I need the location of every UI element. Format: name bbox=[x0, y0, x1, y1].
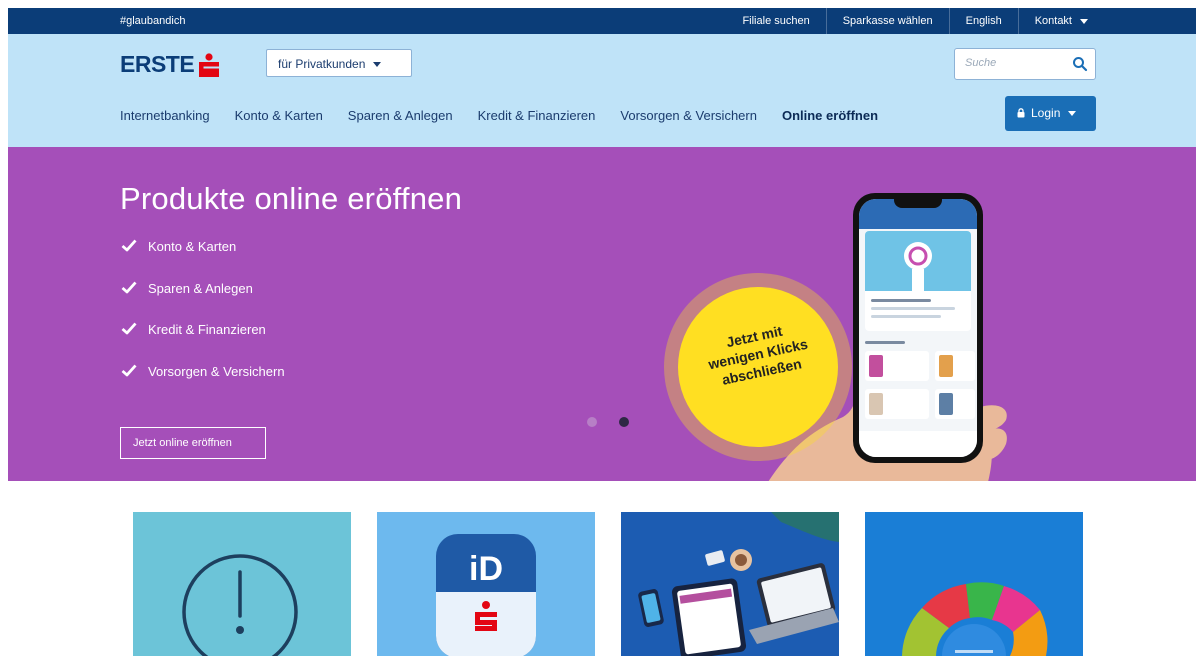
donut-chart-illustration bbox=[902, 582, 1048, 656]
search-icon[interactable] bbox=[1072, 56, 1088, 72]
screen-text-line bbox=[871, 315, 941, 318]
screen-card bbox=[865, 231, 971, 331]
checklist-item: Vorsorgen & Versichern bbox=[120, 364, 285, 406]
checklist-label: Kredit & Finanzieren bbox=[148, 322, 266, 337]
checklist-item: Konto & Karten bbox=[120, 239, 285, 281]
checkmark-icon bbox=[121, 239, 137, 252]
link-contact-dropdown[interactable]: Kontakt bbox=[1017, 8, 1104, 34]
checklist-label: Sparen & Anlegen bbox=[148, 280, 253, 296]
checklist-label: Vorsorgen & Versichern bbox=[148, 363, 285, 379]
hashtag-label: #glaubandich bbox=[120, 15, 186, 27]
teaser-card-id-app[interactable]: iD bbox=[377, 512, 595, 656]
checklist-label: Konto & Karten bbox=[148, 239, 237, 254]
nav-kredit-finanzieren[interactable]: Kredit & Finanzieren bbox=[478, 108, 596, 123]
top-links: Filiale suchen Sparkasse wählen English … bbox=[726, 8, 1104, 34]
login-button[interactable]: Login bbox=[1005, 96, 1096, 131]
teaser-card-product-chart[interactable] bbox=[865, 512, 1083, 656]
chevron-down-icon bbox=[1080, 18, 1088, 24]
tile-thumb bbox=[869, 393, 883, 415]
nav-konto-karten[interactable]: Konto & Karten bbox=[235, 108, 323, 123]
link-english[interactable]: English bbox=[948, 8, 1018, 34]
screen-text-line bbox=[871, 299, 931, 302]
search-box bbox=[954, 48, 1096, 80]
nav-sparen-anlegen[interactable]: Sparen & Anlegen bbox=[348, 108, 453, 123]
nav-vorsorgen-versichern[interactable]: Vorsorgen & Versichern bbox=[620, 108, 757, 123]
product-checklist: Konto & Karten Sparen & Anlegen Kredit &… bbox=[120, 239, 285, 405]
carousel-dot-2-active[interactable] bbox=[619, 417, 629, 427]
login-label: Login bbox=[1031, 106, 1061, 120]
phone-notch bbox=[894, 199, 942, 208]
nav-online-eroeffnen[interactable]: Online eröffnen bbox=[782, 108, 878, 123]
link-choose-sparkasse[interactable]: Sparkasse wählen bbox=[825, 8, 949, 34]
screen-section-title bbox=[865, 341, 905, 344]
screen-card-image bbox=[865, 231, 971, 291]
nav-internetbanking[interactable]: Internetbanking bbox=[120, 108, 210, 123]
phone-screen bbox=[859, 199, 977, 457]
carousel-dot-1[interactable] bbox=[587, 417, 597, 427]
chevron-down-icon bbox=[1068, 111, 1077, 117]
top-utility-bar: #glaubandich Filiale suchen Sparkasse wä… bbox=[8, 8, 1196, 34]
sparkasse-s-icon bbox=[199, 52, 220, 77]
exclamation-icon bbox=[182, 554, 298, 656]
lock-icon bbox=[1017, 108, 1025, 118]
tile-thumb bbox=[939, 393, 953, 415]
erste-logo[interactable]: ERSTE bbox=[120, 51, 220, 78]
chevron-down-icon bbox=[373, 62, 382, 68]
screen-tab-bar bbox=[859, 431, 977, 457]
tile-thumb bbox=[939, 355, 953, 377]
screen-tile bbox=[935, 351, 975, 381]
screen-tile bbox=[865, 351, 929, 381]
screen-text-line bbox=[871, 307, 955, 310]
teaser-card-devices[interactable] bbox=[621, 512, 839, 656]
tile-thumb bbox=[869, 355, 883, 377]
checklist-item: Sparen & Anlegen bbox=[120, 281, 285, 323]
hero-title: Produkte online eröffnen bbox=[120, 181, 463, 216]
id-app-icon: iD bbox=[436, 534, 536, 656]
badge-text: Jetzt mit wenigen Klicks abschließen bbox=[674, 311, 842, 397]
logo-text: ERSTE bbox=[120, 51, 195, 77]
devices-illustration bbox=[638, 512, 839, 656]
screen-tile bbox=[865, 389, 929, 419]
phone-hand-icon bbox=[904, 242, 932, 291]
customer-segment-dropdown[interactable]: für Privatkunden bbox=[266, 49, 412, 77]
checkmark-icon bbox=[121, 364, 137, 376]
open-online-button[interactable]: Jetzt online eröffnen bbox=[120, 427, 266, 459]
screen-tile bbox=[935, 389, 975, 419]
link-find-branch[interactable]: Filiale suchen bbox=[726, 8, 825, 34]
id-app-text: iD bbox=[469, 550, 503, 588]
smartphone-illustration bbox=[853, 193, 983, 463]
hero-banner: Produkte online eröffnen Konto & Karten … bbox=[8, 147, 1196, 481]
checkmark-icon bbox=[121, 281, 137, 293]
main-navigation: Internetbanking Konto & Karten Sparen & … bbox=[120, 108, 903, 123]
site-header: ERSTE für Privatkunden Internetbanking K… bbox=[8, 34, 1196, 147]
segment-label: für Privatkunden bbox=[278, 57, 366, 71]
teaser-card-notice[interactable] bbox=[133, 512, 351, 656]
contact-label: Kontakt bbox=[1034, 15, 1072, 27]
checklist-item: Kredit & Finanzieren bbox=[120, 322, 285, 364]
promo-badge: Jetzt mit wenigen Klicks abschließen bbox=[678, 287, 838, 447]
checkmark-icon bbox=[121, 322, 137, 335]
search-input[interactable] bbox=[965, 57, 1061, 69]
